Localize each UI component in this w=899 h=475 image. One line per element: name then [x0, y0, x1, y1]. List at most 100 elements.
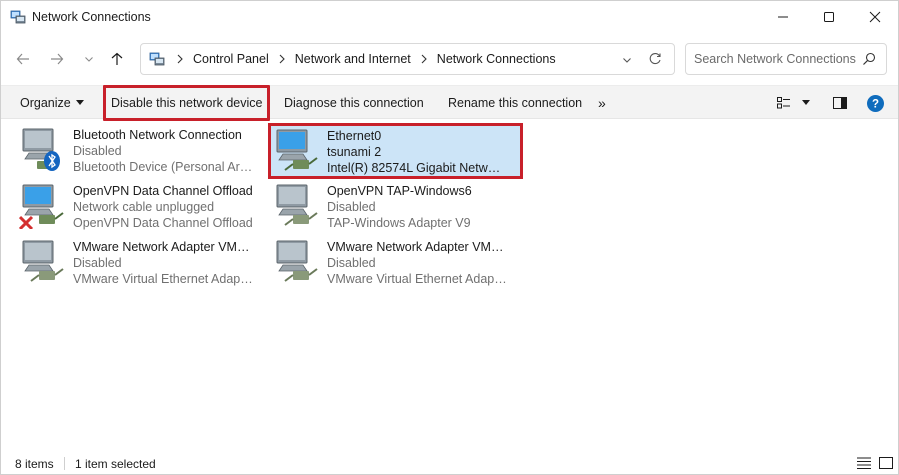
connection-name: Bluetooth Network Connection: [73, 128, 242, 142]
maximize-button[interactable]: [806, 1, 852, 33]
item-text: OpenVPN TAP-Windows6 Disabled TAP-Window…: [327, 183, 507, 231]
navigation-row: Control Panel Network and Internet Netwo…: [1, 37, 898, 81]
network-connections-icon: [10, 10, 26, 24]
organize-menu-button[interactable]: Organize: [20, 86, 84, 120]
connection-status: Disabled: [327, 200, 376, 214]
network-adapter-icon: [22, 240, 64, 282]
connection-name: OpenVPN TAP-Windows6: [327, 184, 472, 198]
change-view-button[interactable]: [777, 86, 791, 120]
breadcrumb: Control Panel Network and Internet Netwo…: [171, 44, 560, 74]
connection-device: OpenVPN Data Channel Offload: [73, 216, 253, 230]
maximize-icon: [824, 12, 834, 22]
status-bar: 8 items 1 item selected: [1, 453, 898, 474]
help-icon: ?: [867, 94, 884, 112]
minimize-icon: [778, 16, 788, 18]
address-dropdown-button[interactable]: [615, 48, 639, 72]
connection-name: OpenVPN Data Channel Offload: [73, 184, 253, 198]
chevron-right-icon[interactable]: [171, 54, 189, 64]
disable-network-device-button[interactable]: Disable this network device: [103, 85, 271, 121]
window-title: Network Connections: [32, 10, 151, 24]
control-panel-icon: [149, 52, 165, 66]
title-bar: Network Connections: [1, 1, 898, 33]
recent-locations-button[interactable]: [77, 47, 101, 71]
connection-device: VMware Virtual Ethernet Adapter ...: [73, 272, 253, 286]
search-input[interactable]: [686, 44, 856, 74]
close-button[interactable]: [852, 1, 898, 33]
connection-status: tsunami 2: [327, 145, 382, 159]
rename-connection-button[interactable]: Rename this connection: [448, 86, 582, 120]
arrow-left-icon: [16, 53, 29, 65]
connection-name: VMware Network Adapter VMnet1: [73, 240, 253, 254]
connection-status: Disabled: [73, 144, 122, 158]
connection-device: VMware Virtual Ethernet Adapter ...: [327, 272, 507, 286]
connection-item-ethernet0[interactable]: Ethernet0 tsunami 2 Intel(R) 82574L Giga…: [268, 123, 523, 179]
more-commands-label: »: [598, 95, 606, 111]
item-text: Bluetooth Network Connection Disabled Bl…: [73, 127, 253, 175]
item-text: Ethernet0 tsunami 2 Intel(R) 82574L Giga…: [327, 128, 507, 176]
network-adapter-icon: [276, 129, 318, 171]
search-icon[interactable]: [862, 52, 876, 66]
close-icon: [869, 11, 881, 23]
rename-connection-label: Rename this connection: [448, 96, 583, 110]
connection-status: Disabled: [73, 256, 122, 270]
connection-status: Network cable unplugged: [73, 200, 215, 214]
network-adapter-icon: [276, 240, 318, 282]
chevron-down-icon: [85, 57, 93, 62]
view-list-icon: [777, 97, 790, 109]
back-button[interactable]: [11, 47, 35, 71]
organize-label: Organize: [20, 96, 71, 110]
network-adapter-icon: [22, 128, 60, 171]
connection-item-vmnet1[interactable]: VMware Network Adapter VMnet1 Disabled V…: [1, 235, 253, 287]
status-divider: [64, 457, 65, 470]
refresh-button[interactable]: [646, 50, 664, 68]
item-count: 8 items: [15, 457, 54, 471]
network-adapter-icon: [276, 184, 318, 226]
preview-pane-icon: [833, 97, 847, 109]
item-text: OpenVPN Data Channel Offload Network cab…: [73, 183, 253, 231]
caret-down-icon: [802, 100, 810, 105]
command-bar: Organize Disable this network device Dia…: [1, 85, 898, 121]
help-button[interactable]: ?: [867, 86, 884, 120]
minimize-button[interactable]: [760, 1, 806, 33]
breadcrumb-network-connections[interactable]: Network Connections: [433, 52, 560, 66]
arrow-right-icon: [51, 53, 64, 65]
connection-item-openvpn-tap[interactable]: OpenVPN TAP-Windows6 Disabled TAP-Window…: [255, 179, 507, 231]
breadcrumb-network-and-internet[interactable]: Network and Internet: [291, 52, 415, 66]
search-box[interactable]: [685, 43, 887, 75]
svg-text:?: ?: [872, 98, 879, 110]
item-text: VMware Network Adapter VMnet1 Disabled V…: [73, 239, 253, 287]
connection-status: Disabled: [327, 256, 376, 270]
connections-list: Bluetooth Network Connection Disabled Bl…: [1, 121, 898, 451]
error-x-icon: [19, 215, 34, 229]
network-adapter-icon: [19, 184, 64, 229]
more-commands-button[interactable]: »: [598, 86, 606, 120]
diagnose-connection-button[interactable]: Diagnose this connection: [284, 86, 424, 120]
chevron-right-icon[interactable]: [273, 54, 291, 64]
item-text: VMware Network Adapter VMnet8 Disabled V…: [327, 239, 507, 287]
connection-name: Ethernet0: [327, 129, 382, 143]
diagnose-connection-label: Diagnose this connection: [284, 96, 424, 110]
chevron-right-icon[interactable]: [415, 54, 433, 64]
connection-name: VMware Network Adapter VMnet8: [327, 240, 507, 254]
up-button[interactable]: [105, 47, 129, 71]
chevron-down-icon: [623, 58, 631, 63]
connection-item-openvpn-dco[interactable]: OpenVPN Data Channel Offload Network cab…: [1, 179, 253, 231]
preview-pane-button[interactable]: [833, 86, 847, 120]
connection-item-bluetooth[interactable]: Bluetooth Network Connection Disabled Bl…: [1, 123, 253, 175]
details-view-icon[interactable]: [856, 456, 872, 470]
caret-down-icon: [75, 100, 84, 105]
breadcrumb-control-panel[interactable]: Control Panel: [189, 52, 273, 66]
large-icons-view-icon[interactable]: [878, 456, 894, 470]
window: Network Connections Control Panel Networ…: [0, 0, 899, 475]
connection-item-vmnet8[interactable]: VMware Network Adapter VMnet8 Disabled V…: [255, 235, 507, 287]
disable-network-device-label: Disable this network device: [111, 96, 263, 110]
refresh-icon: [649, 53, 661, 65]
arrow-up-icon: [111, 52, 123, 65]
forward-button[interactable]: [45, 47, 69, 71]
connection-device: Intel(R) 82574L Gigabit Network C...: [327, 161, 507, 175]
selection-count: 1 item selected: [75, 457, 156, 471]
connection-device: Bluetooth Device (Personal Area ...: [73, 160, 253, 174]
connection-device: TAP-Windows Adapter V9: [327, 216, 471, 230]
more-view-options-button[interactable]: [802, 86, 810, 120]
address-bar[interactable]: Control Panel Network and Internet Netwo…: [140, 43, 675, 75]
